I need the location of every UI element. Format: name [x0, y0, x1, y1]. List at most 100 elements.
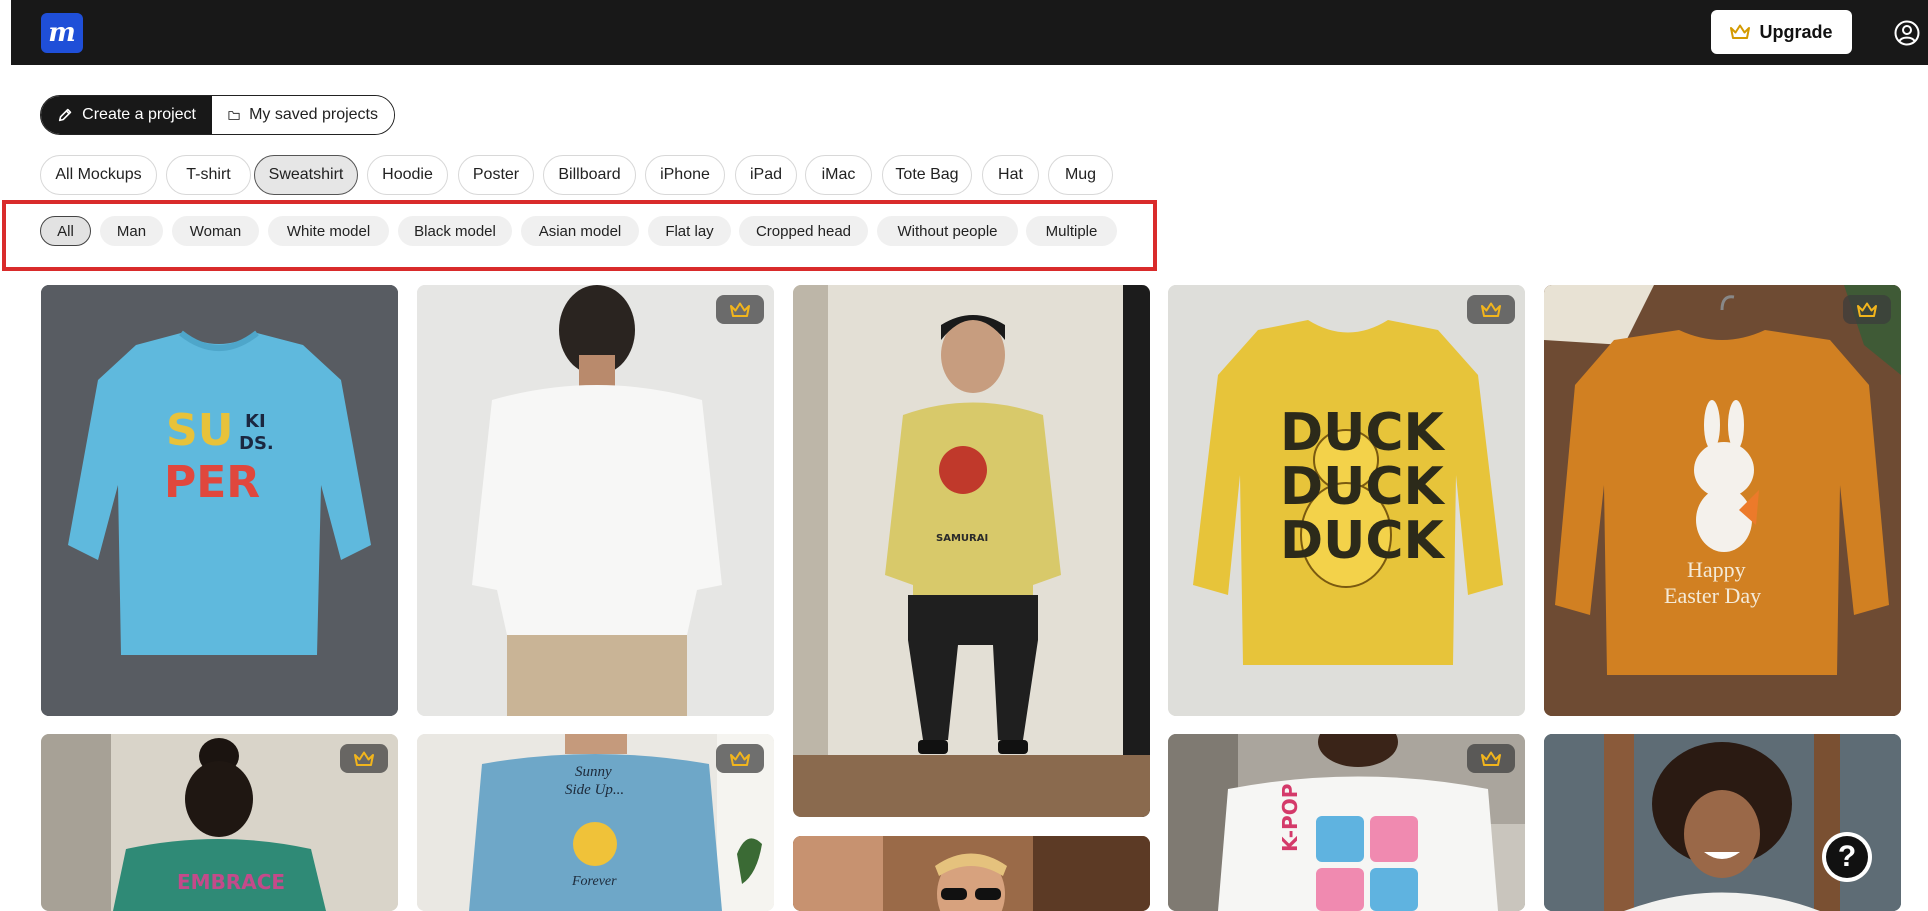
crown-icon	[354, 751, 374, 766]
category-ipad[interactable]: iPad	[735, 155, 797, 195]
premium-badge	[1467, 744, 1515, 773]
premium-badge	[716, 744, 764, 773]
filter-without-people[interactable]: Without people	[877, 216, 1018, 246]
filter-label: White model	[286, 222, 371, 240]
saved-projects-button[interactable]: My saved projects	[212, 96, 394, 134]
premium-badge	[340, 744, 388, 773]
mockup-card[interactable]: Happy Easter Day	[1544, 285, 1901, 716]
brand-logo-letter: m	[48, 18, 76, 48]
print-text: Easter Day	[1664, 583, 1762, 608]
print-text: EMBRACE	[177, 870, 286, 894]
top-navigation-bar: m Upgrade	[11, 0, 1928, 65]
filter-label: Cropped head	[755, 222, 852, 240]
category-all-mockups[interactable]: All Mockups	[40, 155, 157, 195]
filter-label: Asian model	[538, 222, 622, 240]
category-label: Sweatshirt	[268, 166, 344, 183]
filter-label: Black model	[414, 222, 496, 240]
mockup-card[interactable]: SAMURAI	[793, 285, 1150, 817]
category-hoodie[interactable]: Hoodie	[367, 155, 448, 195]
print-text: DS.	[239, 433, 274, 454]
premium-badge	[716, 295, 764, 324]
print-text: DUCK	[1280, 403, 1444, 463]
crown-icon	[1481, 302, 1501, 317]
print-text: K-POP	[1278, 783, 1302, 852]
filter-label: Multiple	[1045, 222, 1098, 240]
category-label: Hoodie	[382, 166, 433, 183]
filter-asian-model[interactable]: Asian model	[521, 216, 639, 246]
crown-icon	[1481, 751, 1501, 766]
category-t-shirt[interactable]: T-shirt	[166, 155, 251, 195]
premium-badge	[1843, 295, 1891, 324]
filter-label: Flat lay	[665, 222, 714, 240]
mockup-image	[1544, 285, 1901, 716]
mockup-image	[417, 285, 774, 716]
filter-cropped-head[interactable]: Cropped head	[739, 216, 868, 246]
upgrade-label: Upgrade	[1759, 21, 1833, 42]
print-text: SU	[166, 405, 234, 456]
category-label: All Mockups	[55, 166, 142, 183]
filter-label: Without people	[897, 222, 998, 240]
category-sweatshirt[interactable]: Sweatshirt	[254, 155, 358, 195]
crown-icon	[1857, 302, 1877, 317]
print-text: SAMURAI	[936, 533, 989, 544]
mockup-image	[793, 836, 1150, 911]
filter-black-model[interactable]: Black model	[398, 216, 512, 246]
mockup-image	[793, 285, 1150, 817]
mockup-card[interactable]	[1544, 734, 1901, 911]
category-label: T-shirt	[186, 166, 231, 183]
premium-badge	[1467, 295, 1515, 324]
help-button[interactable]: ?	[1822, 832, 1872, 882]
saved-projects-label: My saved projects	[249, 106, 378, 123]
mockup-card[interactable]: SU KI DS. PER	[41, 285, 398, 716]
print-text: Forever	[572, 874, 617, 889]
mockup-card[interactable]: Sunny Side Up... Forever	[417, 734, 774, 911]
project-tabs: Create a project My saved projects	[40, 95, 395, 135]
category-label: Poster	[472, 166, 520, 183]
filter-white-model[interactable]: White model	[268, 216, 389, 246]
print-text: Sunny	[575, 764, 612, 780]
filter-label: Man	[116, 222, 147, 240]
mockup-card[interactable]	[417, 285, 774, 716]
brush-icon	[58, 108, 72, 122]
category-label: Hat	[998, 166, 1023, 183]
filter-man[interactable]: Man	[100, 216, 163, 246]
brand-logo-icon[interactable]: m	[41, 13, 83, 53]
user-circle-icon[interactable]	[1893, 19, 1920, 46]
filter-flat-lay[interactable]: Flat lay	[648, 216, 731, 246]
print-text: Happy	[1687, 557, 1746, 582]
print-text: DUCK	[1280, 511, 1444, 571]
category-tote-bag[interactable]: Tote Bag	[882, 155, 972, 195]
crown-icon	[730, 751, 750, 766]
create-project-label: Create a project	[82, 106, 196, 123]
category-label: iMac	[821, 166, 856, 183]
mockup-card[interactable]: DUCK DUCK DUCK	[1168, 285, 1525, 716]
crown-icon	[730, 302, 750, 317]
category-iphone[interactable]: iPhone	[645, 155, 725, 195]
filter-label: Woman	[189, 222, 242, 240]
category-label: iPhone	[660, 166, 710, 183]
filter-all[interactable]: All	[40, 216, 91, 246]
category-label: Mug	[1064, 166, 1097, 183]
category-billboard[interactable]: Billboard	[543, 155, 636, 195]
print-text: DUCK	[1280, 457, 1444, 517]
filter-multiple[interactable]: Multiple	[1026, 216, 1117, 246]
mockup-card[interactable]	[793, 836, 1150, 911]
folder-icon	[228, 110, 240, 120]
upgrade-button[interactable]: Upgrade	[1711, 10, 1852, 54]
category-label: Billboard	[558, 166, 621, 183]
filter-woman[interactable]: Woman	[172, 216, 259, 246]
category-mug[interactable]: Mug	[1048, 155, 1113, 195]
help-label: ?	[1837, 840, 1857, 873]
category-label: Tote Bag	[895, 166, 959, 183]
mockup-card[interactable]: K-POP	[1168, 734, 1525, 911]
category-hat[interactable]: Hat	[982, 155, 1039, 195]
category-imac[interactable]: iMac	[805, 155, 872, 195]
create-project-button[interactable]: Create a project	[41, 96, 212, 134]
category-label: iPad	[749, 166, 783, 183]
category-poster[interactable]: Poster	[458, 155, 534, 195]
crown-icon	[1730, 24, 1751, 39]
print-text: Side Up...	[565, 782, 625, 798]
left-edge	[0, 0, 11, 911]
help-icon: ?	[1826, 836, 1868, 878]
mockup-card[interactable]: EMBRACE	[41, 734, 398, 911]
